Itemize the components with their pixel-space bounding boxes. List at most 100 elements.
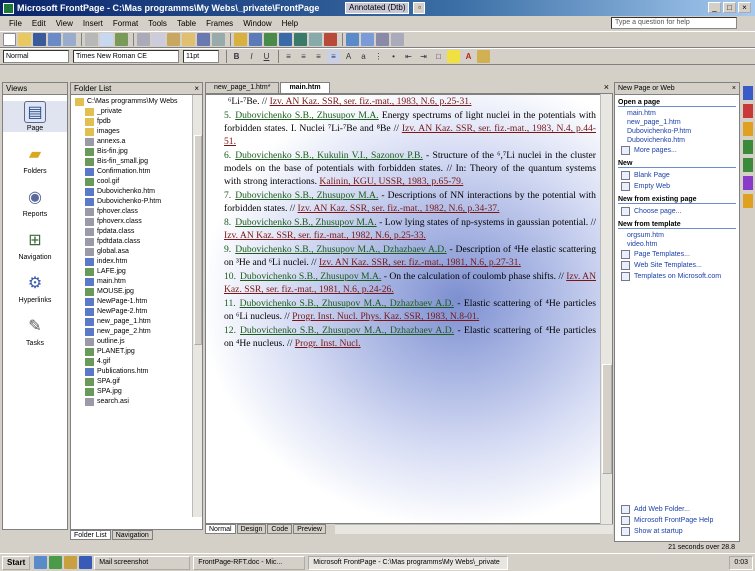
tree-item[interactable]: C:\Mas programms\My Webs [75,97,200,107]
refresh-icon[interactable] [309,33,322,46]
tree-item[interactable]: fpdb [75,117,200,127]
document-editor[interactable]: ⁶Li-⁷Be. // Izv. AN Kaz. SSR, ser. fiz.-… [205,94,613,524]
align-left-icon[interactable]: ≡ [282,50,295,63]
task-pane-link[interactable]: Dubovichenko-P.htm [615,127,739,136]
reference-citation[interactable]: Kalinin, KGU, USSR, 1983, p.65-79. [319,176,463,187]
scrollbar-thumb[interactable] [194,135,202,345]
print-icon[interactable] [85,33,98,46]
reference-citation[interactable]: Izv. AN Kaz. SSR, ser. fiz.-mat., 1983, … [270,96,472,107]
task-pane-link[interactable]: Microsoft FrontPage Help [615,515,739,526]
task-pane-link[interactable]: Blank Page [615,170,739,181]
maximize-button[interactable]: □ [723,2,736,13]
tab-folder-list[interactable]: Folder List [70,530,111,540]
quicklaunch-icon[interactable] [49,556,63,569]
document-horizontal-scrollbar[interactable] [335,524,613,534]
document-window-tab[interactable]: Annotated (Dtb) [345,2,410,14]
tab-design[interactable]: Design [236,524,267,534]
view-tasks[interactable]: ✎ Tasks [3,316,67,347]
taskbar-task[interactable]: Mail screenshot [94,555,191,570]
tree-item[interactable]: fphover.class [75,207,200,217]
task-pane-link[interactable]: Add Web Folder... [615,504,739,515]
tree-item[interactable]: images [75,127,200,137]
bold-icon[interactable]: B [230,50,243,63]
reference-citation[interactable]: Progr. Inst. Nucl. Phys. Kaz. SSR, 1983,… [292,311,479,322]
tree-item[interactable]: MOUSE.jpg [75,287,200,297]
copy-icon[interactable] [152,33,165,46]
tree-item[interactable]: LAFE.jpg [75,267,200,277]
tree-item[interactable]: global.asa [75,247,200,257]
justify-icon[interactable]: ≡ [327,50,340,63]
tab-main[interactable]: main.htm [280,82,330,93]
layer-icon[interactable] [477,50,490,63]
tab-new-page-1[interactable]: new_page_1.htm* [205,82,280,93]
menu-insert[interactable]: Insert [78,19,108,28]
font-select[interactable]: Times New Roman CE [73,50,179,63]
underline-icon[interactable]: U [260,50,273,63]
stop-icon[interactable] [324,33,337,46]
task-pane-link[interactable]: video.htm [615,240,739,249]
task-pane-link[interactable]: orgsum.htm [615,231,739,240]
folder-list-icon[interactable] [391,33,404,46]
task-pane-link[interactable]: Choose page... [615,206,739,217]
reference-authors[interactable]: Dubovichenko S.B., Zhusupov M.A. [240,271,381,282]
task-pane-link[interactable]: More pages... [615,145,739,156]
tab-normal[interactable]: Normal [205,524,236,534]
reference-authors[interactable]: Dubovichenko S.B., Zhusupov M.A. [235,190,378,201]
drawing-icon[interactable] [279,33,292,46]
style-select[interactable]: Normal [3,50,69,63]
close-panel-icon[interactable]: × [194,83,199,94]
tree-item[interactable]: search.asi [75,397,200,407]
reference-authors[interactable]: Dubovichenko S.B., Zhusupov M.A., Dzhazb… [240,298,454,309]
font-size-up-icon[interactable]: A [342,50,355,63]
launcher-icon[interactable] [743,194,753,208]
undo-icon[interactable] [197,33,210,46]
minimize-doc-icon[interactable]: ▫ [413,2,426,14]
highlight-icon[interactable] [447,50,460,63]
bullets-icon[interactable]: • [387,50,400,63]
tree-item[interactable]: 4.gif [75,357,200,367]
tree-item[interactable]: Bis-fin.jpg [75,147,200,157]
tree-item[interactable]: Dubovichenko.htm [75,187,200,197]
tree-item[interactable]: main.htm [75,277,200,287]
view-page[interactable]: ▤ Page [3,101,67,132]
format-painter-icon[interactable] [182,33,195,46]
tree-item[interactable]: fpdtdata.class [75,237,200,247]
tree-item[interactable]: outline.js [75,337,200,347]
tree-item[interactable]: fphoverx.class [75,217,200,227]
taskbar-task-active[interactable]: Microsoft FrontPage - C:\Mas programms\M… [308,555,509,570]
close-document-icon[interactable]: × [604,82,609,92]
menu-window[interactable]: Window [238,19,276,28]
help-icon[interactable] [361,33,374,46]
launcher-icon[interactable] [743,86,753,100]
task-pane-link[interactable]: main.htm [615,109,739,118]
quicklaunch-icon[interactable] [34,556,48,569]
font-size-select[interactable]: 11pt [183,50,219,63]
reference-authors[interactable]: Dubovichenko S.B., Zhusupov M.A., Dzhazb… [240,325,454,336]
reference-authors[interactable]: Dubovichenko S.B., Zhusupov M.A., Dzhazb… [235,244,446,255]
ask-question-input[interactable]: Type a question for help [611,17,737,29]
view-navigation[interactable]: ⊞ Navigation [3,230,67,261]
menu-frames[interactable]: Frames [201,19,238,28]
tree-item[interactable]: Dubovichenko-P.htm [75,197,200,207]
font-color-icon[interactable]: A [462,50,475,63]
menu-format[interactable]: Format [108,19,143,28]
scrollbar-thumb[interactable] [602,364,612,474]
close-task-pane-icon[interactable]: × [732,83,736,94]
open-icon[interactable] [18,33,31,46]
search-icon[interactable] [63,33,76,46]
tree-item[interactable]: SPA.gif [75,377,200,387]
view-folders[interactable]: ▰ Folders [3,144,67,175]
close-doc-icon[interactable] [376,33,389,46]
tree-item[interactable]: Confirmation.htm [75,167,200,177]
hyperlink-icon[interactable] [294,33,307,46]
tree-item[interactable]: new_page_2.htm [75,327,200,337]
show-all-icon[interactable] [346,33,359,46]
taskbar-task[interactable]: FrontPage-RFT.doc - Mic... [193,555,306,570]
cut-icon[interactable] [137,33,150,46]
quicklaunch-icon[interactable] [79,556,93,569]
tree-item[interactable]: new_page_1.htm [75,317,200,327]
task-pane-link[interactable]: Empty Web [615,181,739,192]
menu-tools[interactable]: Tools [143,19,172,28]
align-center-icon[interactable]: ≡ [297,50,310,63]
menu-view[interactable]: View [51,19,78,28]
